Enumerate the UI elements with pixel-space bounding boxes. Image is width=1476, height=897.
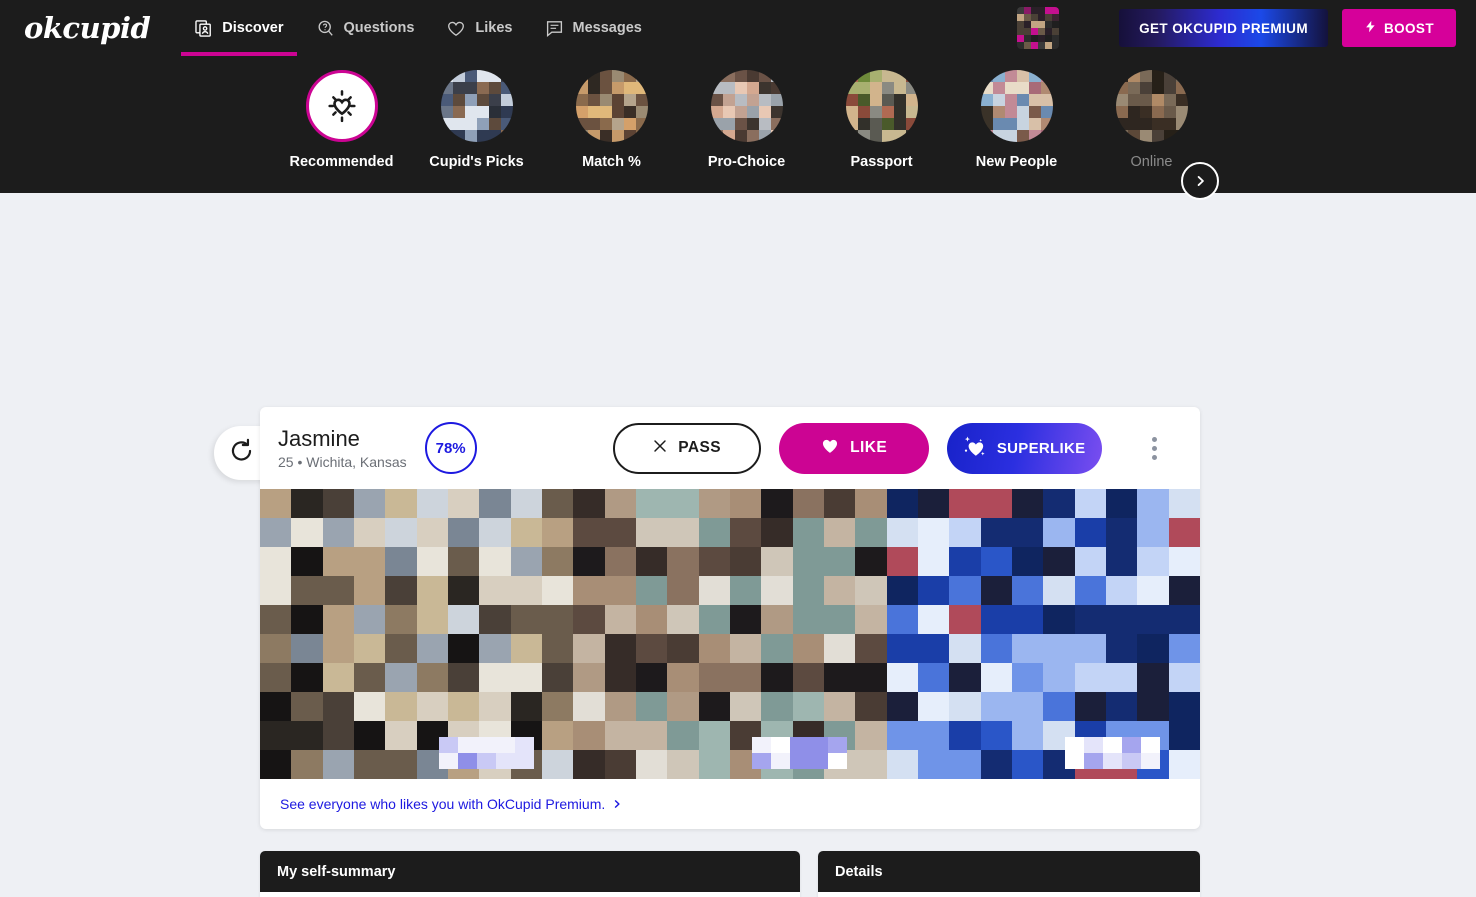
profile-card-header: Jasmine 25 • Wichita, Kansas 78% PASS LI… <box>260 407 1200 489</box>
carousel-item-label: Online <box>1130 154 1173 170</box>
nav-item-messages[interactable]: Messages <box>529 0 658 56</box>
photo-thumbnail <box>440 70 513 142</box>
photo-thumbnail <box>575 70 648 142</box>
carousel-item-label: Recommended <box>289 154 394 170</box>
carousel-item-recommended[interactable]: Recommended <box>274 56 409 170</box>
shining-heart-icon <box>305 70 378 142</box>
get-premium-button[interactable]: GET OKCUPID PREMIUM <box>1119 9 1328 47</box>
okcupid-logo[interactable]: okcupid <box>24 11 151 45</box>
photo-thumbnail <box>710 70 783 142</box>
self-summary-body: Im a gamer and I love watching anime. 🥰 … <box>260 892 800 897</box>
like-button[interactable]: LIKE <box>778 422 929 474</box>
main-stage: Jasmine 25 • Wichita, Kansas 78% PASS LI… <box>0 193 1476 897</box>
carousel-item-match[interactable]: Match % <box>544 56 679 170</box>
carousel-item-label: New People <box>975 154 1058 170</box>
profile-card-footer: See everyone who likes you with OkCupid … <box>260 779 1200 829</box>
profile-photo-grid <box>260 489 1200 779</box>
profile-photo[interactable] <box>260 489 574 779</box>
nav-label-likes: Likes <box>475 20 513 36</box>
pass-label: PASS <box>678 439 721 456</box>
user-avatar-thumbnail[interactable] <box>1017 7 1060 49</box>
details-body: Woman | Straight | Monogamous (Single) 5… <box>818 892 1200 897</box>
nav-item-discover[interactable]: Discover <box>178 0 299 56</box>
details-panel: Details Woman | Straight | Monogamous (S… <box>818 851 1200 897</box>
x-close-icon <box>652 438 668 459</box>
undo-rewind-icon <box>229 438 254 468</box>
chevron-right-icon <box>1197 176 1204 186</box>
match-percent-badge: 78% <box>424 422 477 474</box>
boost-label: BOOST <box>1383 20 1434 36</box>
carousel-next-button[interactable] <box>1181 162 1219 200</box>
premium-link-label: See everyone who likes you with OkCupid … <box>280 796 606 812</box>
carousel-item-label: Pro-Choice <box>707 154 786 170</box>
carousel-item-online[interactable]: Online <box>1084 56 1219 170</box>
category-carousel: Recommended Cupid's Picks Match % Pro-Choic… <box>0 56 1476 200</box>
profile-name: Jasmine <box>278 425 360 451</box>
chevron-right-icon <box>615 800 620 808</box>
nav-label-messages: Messages <box>572 20 642 36</box>
boost-button[interactable]: BOOST <box>1341 9 1456 47</box>
sparkle-heart-icon <box>963 435 988 462</box>
nav-item-questions[interactable]: Questions <box>300 0 431 56</box>
like-label: LIKE <box>850 439 888 456</box>
photo-thumbnail <box>845 70 918 142</box>
carousel-item-label: Match % <box>582 154 641 170</box>
photo-overlay-badge <box>1065 737 1161 769</box>
heart-filled-icon <box>820 437 840 460</box>
question-magnifier-icon <box>316 19 335 38</box>
primary-nav: Discover Questions Likes Messages <box>178 0 658 56</box>
lightning-bolt-icon <box>1364 19 1377 37</box>
nav-item-likes[interactable]: Likes <box>430 0 528 56</box>
self-summary-panel: My self-summary Im a gamer and I love wa… <box>260 851 800 897</box>
carousel-item-new-people[interactable]: New People <box>949 56 1084 170</box>
photo-thumbnail <box>980 70 1053 142</box>
photo-overlay-badge <box>751 737 847 769</box>
top-navigation-bar: okcupid Discover Questions Likes Message… <box>0 0 1476 56</box>
speech-bubble-icon <box>545 19 564 38</box>
photo-overlay-badge <box>438 737 534 769</box>
photo-thumbnail <box>1115 70 1188 142</box>
carousel-item-label: Cupid's Picks <box>429 154 524 170</box>
profile-photo[interactable] <box>573 489 887 779</box>
nav-label-discover: Discover <box>222 20 284 36</box>
self-summary-title: My self-summary <box>260 851 800 892</box>
kebab-menu-icon[interactable] <box>1142 428 1168 468</box>
profile-photo[interactable] <box>886 489 1200 779</box>
pass-button[interactable]: PASS <box>612 422 761 474</box>
profile-action-buttons: PASS LIKE SUPERLIKE <box>612 422 1168 474</box>
see-likes-premium-link[interactable]: See everyone who likes you with OkCupid … <box>280 796 622 812</box>
profile-detail-panels: My self-summary Im a gamer and I love wa… <box>260 851 1200 897</box>
heart-icon <box>446 19 466 38</box>
carousel-item-passport[interactable]: Passport <box>814 56 949 170</box>
details-title: Details <box>818 851 1200 892</box>
nav-right-cluster: GET OKCUPID PREMIUM BOOST <box>1017 7 1456 49</box>
carousel-item-pro-choice[interactable]: Pro-Choice <box>679 56 814 170</box>
carousel-item-cupid-s-picks[interactable]: Cupid's Picks <box>409 56 544 170</box>
carousel-item-label: Passport <box>850 154 913 170</box>
superlike-button[interactable]: SUPERLIKE <box>946 422 1102 474</box>
profile-identity: Jasmine 25 • Wichita, Kansas <box>278 426 407 470</box>
profile-card: Jasmine 25 • Wichita, Kansas 78% PASS LI… <box>260 407 1200 829</box>
nav-label-questions: Questions <box>343 20 415 36</box>
profile-age-location: 25 • Wichita, Kansas <box>278 454 407 471</box>
superlike-label: SUPERLIKE <box>996 439 1086 457</box>
profile-cards-icon <box>194 19 213 38</box>
